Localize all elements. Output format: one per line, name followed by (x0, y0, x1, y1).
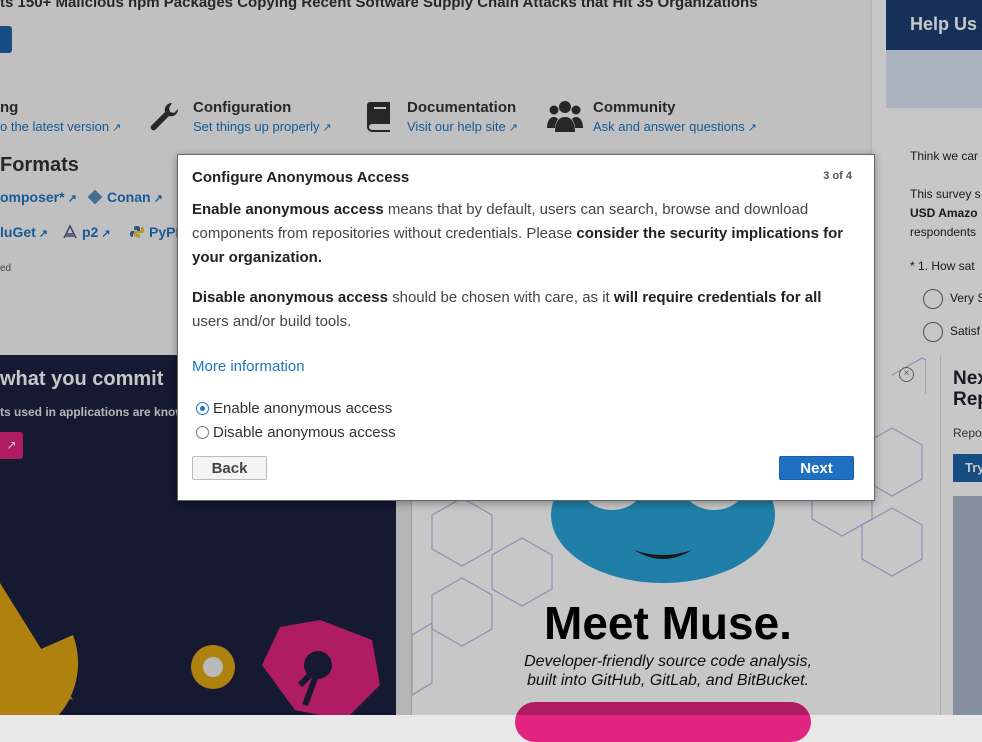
description-text: users and/or build tools. (192, 313, 352, 330)
back-button[interactable]: Back (192, 456, 267, 480)
radio-selected-icon[interactable] (196, 402, 209, 415)
emphasis: Enable anonymous access (192, 201, 384, 218)
dialog-title: Configure Anonymous Access (192, 169, 410, 186)
next-button[interactable]: Next (779, 456, 854, 480)
step-indicator: 3 of 4 (823, 170, 852, 182)
option-label: Enable anonymous access (213, 400, 393, 417)
configure-anonymous-access-dialog: Configure Anonymous Access 3 of 4 Enable… (177, 154, 875, 501)
description-text: should be chosen with care, as it (387, 289, 614, 306)
disable-anonymous-option[interactable]: Disable anonymous access (196, 424, 396, 441)
emphasis: Disable anonymous access (192, 289, 388, 306)
more-information-link[interactable]: More information (192, 358, 305, 375)
option-label: Disable anonymous access (213, 424, 396, 441)
radio-unselected-icon[interactable] (196, 426, 209, 439)
enable-anonymous-option[interactable]: Enable anonymous access (196, 400, 392, 417)
disable-description: Disable anonymous access should be chose… (192, 286, 852, 334)
emphasis: will require credentials for all (613, 289, 822, 306)
enable-description: Enable anonymous access means that by de… (192, 198, 852, 270)
